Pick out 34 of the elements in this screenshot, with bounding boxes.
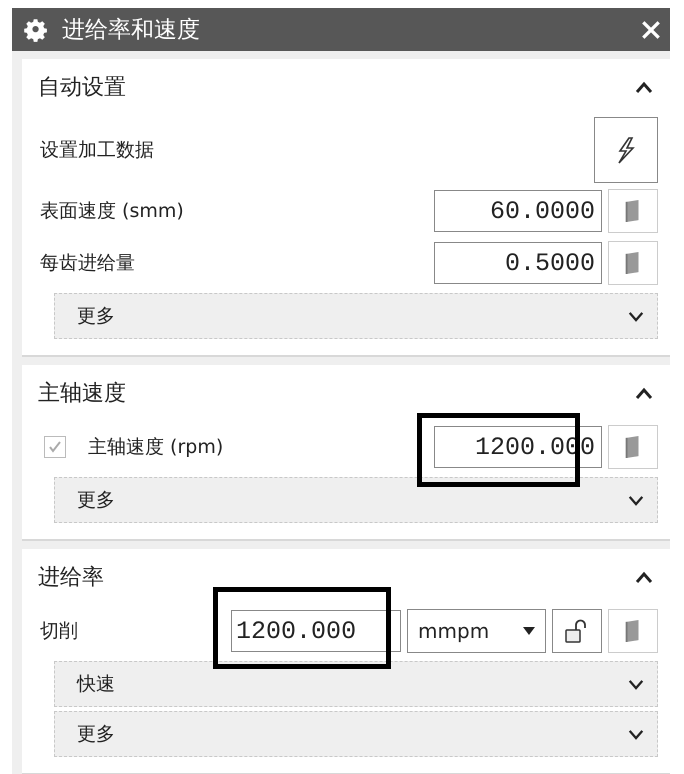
number-field[interactable]: 0.5000 [434,242,602,284]
section-title: 进给率 [38,564,104,592]
lock-button[interactable] [552,609,602,653]
settings-icon [24,18,48,42]
number-field[interactable]: 1200.000 [231,610,402,652]
lightning-button[interactable] [594,117,658,183]
book-button[interactable] [608,425,658,469]
number-field[interactable]: 60.0000 [434,190,602,232]
field-label: 切削 [40,619,79,644]
unit-dropdown[interactable]: mmpm [407,609,546,653]
book-button[interactable] [608,609,658,653]
field-label: 每齿进给量 [40,251,135,276]
field-label: 表面速度 (smm) [40,199,184,224]
group-title: 更多 [77,304,115,329]
collapse-chevron-icon[interactable] [634,386,654,400]
field-label: 主轴速度 (rpm) [88,435,224,460]
collapse-chevron-icon[interactable] [634,570,654,584]
book-button[interactable] [608,241,658,285]
group-bar[interactable]: 更多 [54,293,658,339]
dropdown-caret-icon [523,627,536,635]
section-title: 自动设置 [38,74,126,102]
group-bar[interactable]: 更多 [54,711,658,757]
field-label: 设置加工数据 [40,138,154,163]
section-title: 主轴速度 [38,380,126,408]
group-title: 快速 [77,672,115,697]
close-icon[interactable] [640,18,662,40]
checkmark-icon [47,439,63,455]
group-bar[interactable]: 快速 [54,661,658,707]
window-title: 进给率和速度 [62,16,201,45]
book-button[interactable] [608,189,658,233]
group-title: 更多 [77,722,115,747]
group-title: 更多 [77,488,115,513]
collapse-chevron-icon[interactable] [634,80,654,94]
group-bar[interactable]: 更多 [54,477,658,523]
